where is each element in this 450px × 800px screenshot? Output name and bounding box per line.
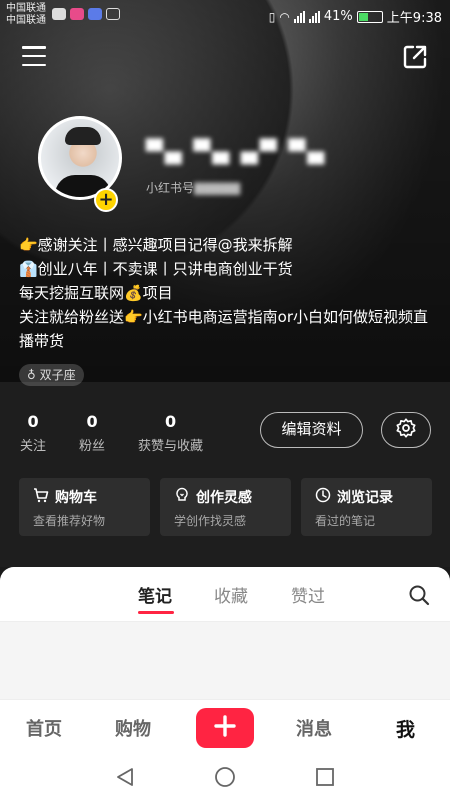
active-tab-indicator	[138, 611, 174, 614]
quick-cards: 购物车 查看推荐好物 创作灵感 学创作找灵感 浏览记录 看过的笔记	[19, 478, 432, 536]
battery-icon	[356, 10, 383, 23]
cart-icon	[33, 487, 49, 507]
carrier-2: 中国联通	[6, 15, 46, 26]
zodiac-tag: ♁ 双子座	[19, 364, 84, 386]
mail-icon	[52, 8, 66, 20]
card-subtitle: 学创作找灵感	[174, 514, 247, 528]
home-circle-icon[interactable]	[214, 766, 236, 788]
following-count: 0	[27, 412, 39, 431]
content-sheet: 笔记 收藏 赞过	[0, 567, 450, 699]
bottom-nav: 首页 购物 消息 我	[0, 699, 450, 754]
tab-liked[interactable]: 赞过	[291, 582, 325, 607]
redbook-id-label: 小红书号	[146, 181, 195, 195]
nav-shop[interactable]: 购物	[115, 715, 151, 741]
vibrate-icon: ▯	[268, 9, 276, 24]
profile-bio[interactable]: 👉感谢关注丨感兴趣项目记得@我来拆解 👔创业八年丨不卖课丨只讲电商创业干货 每天…	[19, 233, 439, 353]
card-cart[interactable]: 购物车 查看推荐好物	[19, 478, 150, 536]
system-nav-bar	[0, 754, 450, 800]
bio-line: 👉感谢关注丨感兴趣项目记得@我来拆解	[19, 236, 293, 254]
card-title: 购物车	[55, 490, 97, 506]
avatar[interactable]	[38, 116, 122, 200]
music-icon	[88, 8, 102, 20]
likes-count: 0	[164, 412, 177, 431]
tab-collections[interactable]: 收藏	[214, 582, 248, 607]
create-post-button[interactable]	[196, 708, 254, 748]
clock-time: 上午9:38	[386, 11, 442, 26]
menu-icon[interactable]	[22, 46, 46, 66]
settings-button[interactable]	[381, 412, 431, 448]
gear-icon	[395, 417, 417, 443]
add-avatar-icon[interactable]: +	[94, 188, 118, 212]
likes-stat[interactable]: 0 获赞与收藏	[138, 412, 203, 454]
likes-label: 获赞与收藏	[138, 439, 204, 454]
redbook-id[interactable]: 小红书号▇▇▇▇▇	[146, 179, 240, 196]
card-title: 浏览记录	[337, 490, 393, 506]
battery-percent: 41%	[323, 9, 353, 24]
status-right: ▯ ◠ 41% 上午9:38	[269, 7, 442, 26]
card-title: 创作灵感	[196, 490, 252, 506]
card-inspiration[interactable]: 创作灵感 学创作找灵感	[160, 478, 291, 536]
following-stat[interactable]: 0 关注	[20, 412, 46, 454]
wifi-icon: ◠	[279, 9, 290, 24]
bio-line: 关注就给粉丝送👉小红书电商运营指南or小白如何做短视频直播带货	[19, 308, 429, 350]
following-label: 关注	[20, 439, 47, 454]
lightbulb-icon	[174, 487, 190, 507]
plus-icon	[214, 715, 236, 741]
notification-icons	[52, 8, 120, 20]
redbook-id-value: ▇▇▇▇▇	[194, 181, 241, 195]
nav-home[interactable]: 首页	[26, 715, 62, 741]
recents-square-icon[interactable]	[314, 766, 336, 788]
card-subtitle: 查看推荐好物	[33, 514, 106, 528]
bio-line: 👔创业八年丨不卖课丨只讲电商创业干货	[19, 260, 293, 278]
stats-area: 0 关注 0 粉丝 0 获赞与收藏 编辑资料 购物车 查看推荐好物 创作灵感 学…	[0, 382, 450, 567]
share-icon[interactable]	[402, 44, 428, 70]
followers-label: 粉丝	[79, 439, 106, 454]
card-history[interactable]: 浏览记录 看过的笔记	[301, 478, 432, 536]
bio-line: 每天挖掘互联网💰项目	[19, 284, 173, 302]
back-triangle-icon[interactable]	[114, 766, 136, 788]
signal-icon	[293, 10, 305, 23]
followers-count: 0	[86, 412, 98, 431]
search-icon[interactable]	[408, 584, 430, 606]
clock-icon	[315, 487, 331, 507]
signal-icon-2	[308, 10, 320, 23]
carrier-1: 中国联通	[6, 3, 46, 14]
tab-notes[interactable]: 笔记	[138, 582, 172, 607]
username: ▀▄ ▀▄ ▄▀ ▀▄	[146, 140, 327, 165]
status-bar: 中国联通 中国联通 ▯ ◠ 41% 上午9:38	[0, 0, 450, 32]
card-subtitle: 看过的笔记	[315, 514, 376, 528]
app-icon	[70, 8, 84, 20]
followers-stat[interactable]: 0 粉丝	[79, 412, 105, 454]
carrier-info: 中国联通 中国联通	[6, 3, 46, 27]
tabs-bar: 笔记 收藏 赞过	[0, 567, 450, 622]
nav-me[interactable]: 我	[396, 715, 415, 742]
nav-messages[interactable]: 消息	[296, 715, 332, 741]
missed-call-icon	[106, 8, 120, 20]
edit-profile-button[interactable]: 编辑资料	[260, 412, 363, 448]
